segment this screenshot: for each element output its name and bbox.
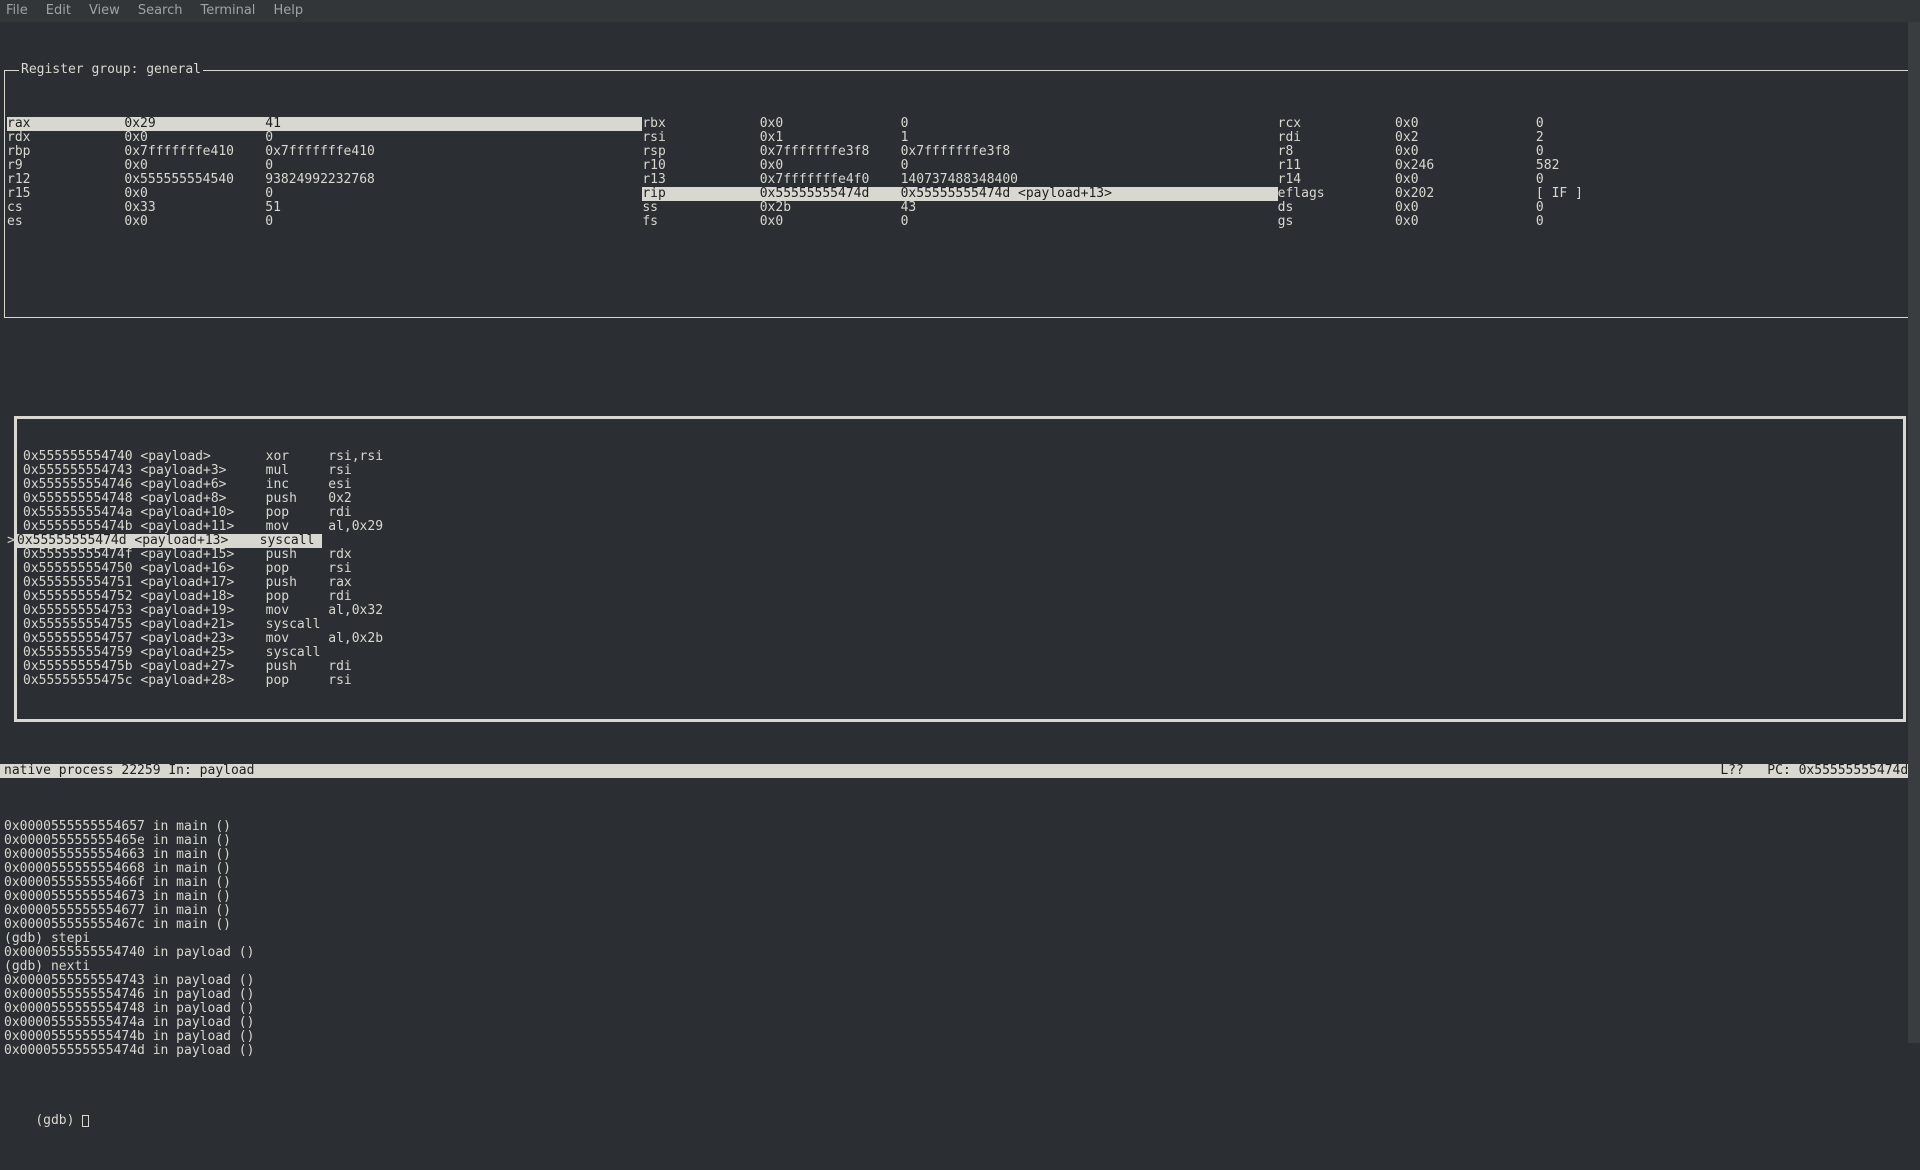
register-rsp: rsp 0x7fffffffe3f8 0x7fffffffe3f8: [642, 145, 1277, 159]
status-bar: native process 22259 In: payload L?? PC:…: [0, 764, 1920, 778]
asm-line: 0x55555555475c <payload+28> pop rsi: [23, 674, 1897, 688]
menu-search[interactable]: Search: [138, 4, 183, 18]
register-rax: rax 0x29 41: [7, 117, 642, 131]
register-r9: r9 0x0 0: [7, 159, 642, 173]
register-rbp: rbp 0x7fffffffe410 0x7fffffffe410: [7, 145, 642, 159]
gdb-line: 0x000055555555465e in main (): [4, 834, 1916, 848]
register-ds: ds 0x0 0: [1278, 201, 1913, 215]
register-panel: Register group: general rax 0x29 41rdx 0…: [4, 70, 1916, 318]
register-r12: r12 0x555555554540 93824992232768: [7, 173, 642, 187]
gdb-line: 0x0000555555554677 in main (): [4, 904, 1916, 918]
asm-line: 0x555555554748 <payload+8> push 0x2: [23, 492, 1897, 506]
status-right: L?? PC: 0x55555555474d: [1720, 764, 1916, 778]
gdb-output: 0x0000555555554657 in main ()0x000055555…: [0, 820, 1920, 1058]
gdb-line: 0x0000555555554668 in main (): [4, 862, 1916, 876]
register-r14: r14 0x0 0: [1278, 173, 1913, 187]
register-cs: cs 0x33 51: [7, 201, 642, 215]
terminal[interactable]: Register group: general rax 0x29 41rdx 0…: [0, 22, 1920, 1170]
status-left: native process 22259 In: payload: [4, 764, 254, 778]
gdb-line: 0x000055555555474b in payload (): [4, 1030, 1916, 1044]
register-rip: rip 0x55555555474d 0x55555555474d <paylo…: [642, 187, 1277, 201]
menu-file[interactable]: File: [6, 4, 28, 18]
menu-view[interactable]: View: [89, 4, 120, 18]
register-gs: gs 0x0 0: [1278, 215, 1913, 229]
asm-line: 0x555555554759 <payload+25> syscall: [23, 646, 1897, 660]
register-es: es 0x0 0: [7, 215, 642, 229]
register-fs: fs 0x0 0: [642, 215, 1277, 229]
gdb-line: 0x000055555555474d in payload (): [4, 1044, 1916, 1058]
menu-help[interactable]: Help: [273, 4, 303, 18]
asm-line: 0x55555555475b <payload+27> push rdi: [23, 660, 1897, 674]
asm-line: 0x555555554753 <payload+19> mov al,0x32: [23, 604, 1897, 618]
gdb-line: (gdb) nexti: [4, 960, 1916, 974]
register-rdx: rdx 0x0 0: [7, 131, 642, 145]
gdb-line: 0x0000555555554673 in main (): [4, 890, 1916, 904]
gdb-line: 0x0000555555554740 in payload (): [4, 946, 1916, 960]
gdb-prompt[interactable]: (gdb): [35, 1113, 89, 1128]
register-eflags: eflags 0x202 [ IF ]: [1278, 187, 1913, 201]
register-ss: ss 0x2b 43: [642, 201, 1277, 215]
gdb-line: 0x0000555555554663 in main (): [4, 848, 1916, 862]
gdb-line: 0x000055555555467c in main (): [4, 918, 1916, 932]
menubar: File Edit View Search Terminal Help: [0, 0, 1920, 22]
register-rdi: rdi 0x2 2: [1278, 131, 1913, 145]
asm-line: 0x555555554751 <payload+17> push rax: [23, 576, 1897, 590]
asm-line: 0x555555554740 <payload> xor rsi,rsi: [23, 450, 1897, 464]
menu-edit[interactable]: Edit: [46, 4, 71, 18]
asm-panel: 0x555555554740 <payload> xor rsi,rsi0x55…: [14, 416, 1906, 722]
menu-terminal[interactable]: Terminal: [200, 4, 255, 18]
asm-line: 0x555555554750 <payload+16> pop rsi: [23, 562, 1897, 576]
register-rsi: rsi 0x1 1: [642, 131, 1277, 145]
asm-line: 0x555555554743 <payload+3> mul rsi: [23, 464, 1897, 478]
gdb-line: (gdb) stepi: [4, 932, 1916, 946]
asm-line: 0x555555554755 <payload+21> syscall: [23, 618, 1897, 632]
register-rbx: rbx 0x0 0: [642, 117, 1277, 131]
register-rcx: rcx 0x0 0: [1278, 117, 1913, 131]
asm-line: 0x555555554752 <payload+18> pop rdi: [23, 590, 1897, 604]
asm-line: 0x555555554757 <payload+23> mov al,0x2b: [23, 632, 1897, 646]
gdb-line: 0x0000555555554657 in main (): [4, 820, 1916, 834]
register-title: Register group: general: [19, 63, 203, 77]
gdb-line: 0x0000555555554748 in payload (): [4, 1002, 1916, 1016]
asm-line: >0x55555555474d <payload+13> syscall: [23, 534, 1897, 548]
register-r10: r10 0x0 0: [642, 159, 1277, 173]
register-r11: r11 0x246 582: [1278, 159, 1913, 173]
asm-line: 0x555555554746 <payload+6> inc esi: [23, 478, 1897, 492]
gdb-line: 0x0000555555554743 in payload (): [4, 974, 1916, 988]
register-r13: r13 0x7fffffffe4f0 140737488348400: [642, 173, 1277, 187]
gdb-line: 0x000055555555474a in payload (): [4, 1016, 1916, 1030]
gdb-line: 0x0000555555554746 in payload (): [4, 988, 1916, 1002]
asm-line: 0x55555555474b <payload+11> mov al,0x29: [23, 520, 1897, 534]
scrollbar-vertical[interactable]: [1908, 22, 1920, 1043]
asm-line: 0x55555555474f <payload+15> push rdx: [23, 548, 1897, 562]
register-r8: r8 0x0 0: [1278, 145, 1913, 159]
gdb-line: 0x000055555555466f in main (): [4, 876, 1916, 890]
asm-line: 0x55555555474a <payload+10> pop rdi: [23, 506, 1897, 520]
register-r15: r15 0x0 0: [7, 187, 642, 201]
